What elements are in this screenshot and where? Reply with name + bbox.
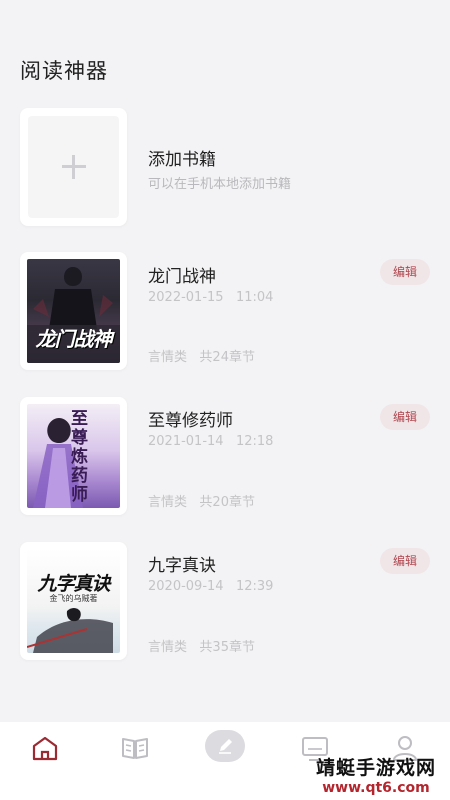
nav-write[interactable]: [205, 730, 245, 762]
book-updated: 2021-01-14 12:18: [148, 434, 273, 449]
book-date: 2021-01-14: [148, 434, 224, 449]
book-cover[interactable]: 九字真诀 金飞的乌贼著: [20, 542, 127, 660]
book-cover-art: 龙门战神: [27, 259, 120, 363]
book-chapters: 共24章节: [199, 350, 255, 365]
book-category: 言情类: [148, 350, 188, 365]
page-title: 阅读神器: [20, 59, 108, 83]
book-date: 2020-09-14: [148, 579, 224, 594]
book-title[interactable]: 九字真诀: [148, 551, 216, 576]
book-info: 言情类 共20章节: [148, 491, 255, 510]
watermark-title: 靖蜓手游戏网: [315, 757, 436, 779]
book-cover-art: 九字真诀 金飞的乌贼著: [27, 549, 120, 653]
book-chapters: 共35章节: [199, 640, 255, 655]
book-category: 言情类: [148, 640, 188, 655]
book-cover-art: 至尊炼药师: [27, 404, 120, 508]
book-date: 2022-01-15: [148, 290, 224, 305]
book-time: 11:04: [235, 290, 274, 305]
add-book-subtitle: 可以在手机本地添加书籍: [148, 177, 292, 192]
pen-icon: [219, 739, 232, 754]
add-book-cover[interactable]: [20, 108, 127, 226]
book-cover-title: 龙门战神: [35, 327, 113, 351]
book-title[interactable]: 龙门战神: [148, 262, 216, 287]
nav-home[interactable]: [29, 732, 61, 764]
book-updated: 2020-09-14 12:39: [148, 579, 273, 594]
edit-button[interactable]: 编辑: [380, 259, 430, 285]
add-book-title[interactable]: 添加书籍: [148, 145, 216, 170]
edit-button[interactable]: 编辑: [380, 548, 430, 574]
book-updated: 2022-01-15 11:04: [148, 290, 273, 305]
book-chapters: 共20章节: [199, 495, 255, 510]
edit-button[interactable]: 编辑: [380, 404, 430, 430]
book-time: 12:39: [235, 579, 274, 594]
swordsman-figure-icon: [27, 608, 113, 653]
add-book-placeholder: [28, 116, 119, 218]
book-category: 言情类: [148, 495, 188, 510]
book-info: 言情类 共35章节: [148, 636, 255, 655]
book-open-icon: [122, 738, 148, 759]
bottom-nav: 靖蜓手游戏网 www.qt6.com: [0, 722, 450, 800]
book-info: 言情类 共24章节: [148, 346, 255, 365]
book-time: 12:18: [235, 434, 274, 449]
home-icon: [32, 736, 58, 761]
book-cover[interactable]: 至尊炼药师: [20, 397, 127, 515]
book-cover[interactable]: 龙门战神: [20, 252, 127, 370]
book-cover-title: 至尊炼药师: [71, 409, 88, 505]
book-title[interactable]: 至尊修药师: [148, 406, 233, 431]
nav-bookshelf[interactable]: [119, 732, 151, 764]
watermark-url: www.qt6.com: [322, 780, 430, 796]
plus-icon: [61, 155, 86, 179]
watermark: 靖蜓手游戏网 www.qt6.com: [316, 753, 436, 796]
